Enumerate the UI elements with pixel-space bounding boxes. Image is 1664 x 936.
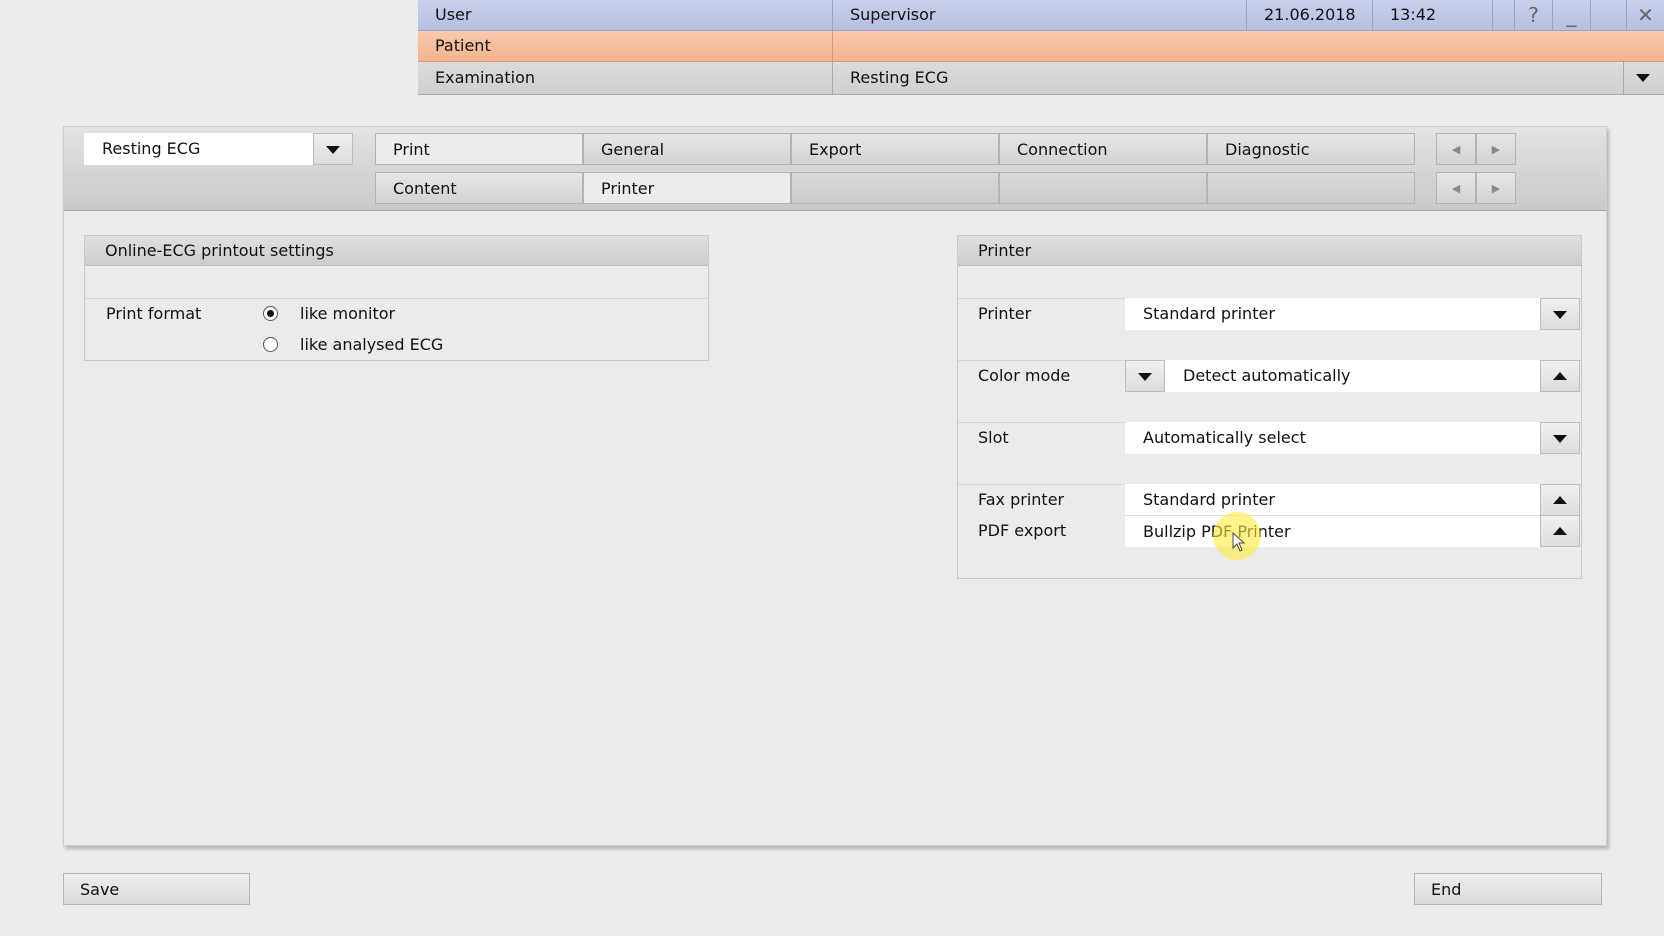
color-mode-dropup-button[interactable] bbox=[1540, 360, 1580, 392]
slot-dropdown-button[interactable] bbox=[1540, 422, 1580, 454]
minimize-icon[interactable]: _ bbox=[1552, 0, 1590, 30]
tab-export[interactable]: Export bbox=[791, 133, 999, 165]
chevron-up-icon bbox=[1553, 527, 1567, 535]
mode-select[interactable]: Resting ECG bbox=[84, 133, 314, 165]
color-mode-label: Color mode bbox=[978, 366, 1071, 385]
chevron-down-icon bbox=[1138, 373, 1152, 381]
printer-dropdown-button[interactable] bbox=[1540, 298, 1580, 330]
pdf-export-dropup-button[interactable] bbox=[1540, 515, 1580, 547]
arrow-right-icon[interactable]: ▶ bbox=[1476, 133, 1516, 165]
arrow-right-icon[interactable]: ▶ bbox=[1476, 172, 1516, 204]
date-display: 21.06.2018 bbox=[1247, 0, 1373, 30]
tab-connection[interactable]: Connection bbox=[999, 133, 1207, 165]
tab-empty bbox=[999, 172, 1207, 204]
time-display: 13:42 bbox=[1373, 0, 1493, 30]
option-like-monitor[interactable]: like monitor bbox=[300, 304, 395, 323]
tab-general[interactable]: General bbox=[583, 133, 791, 165]
arrow-left-icon[interactable]: ◀ bbox=[1436, 133, 1476, 165]
printer-group: Printer Printer Standard printer Color m… bbox=[957, 235, 1582, 579]
fax-printer-dropup-button[interactable] bbox=[1540, 484, 1580, 516]
group-title: Printer bbox=[958, 236, 1581, 266]
fax-printer-label: Fax printer bbox=[978, 490, 1065, 509]
exam-label: Examination bbox=[418, 62, 833, 94]
radio-like-analysed-ecg[interactable] bbox=[263, 337, 278, 352]
color-mode-select[interactable]: Detect automatically bbox=[1165, 360, 1543, 392]
mouse-pointer-icon bbox=[1232, 532, 1246, 552]
tab-empty bbox=[1207, 172, 1415, 204]
printer-label: Printer bbox=[978, 304, 1032, 323]
header-user-row: User Supervisor 21.06.2018 13:42 ? _ ✕ bbox=[418, 0, 1664, 31]
user-value: Supervisor bbox=[833, 0, 1247, 30]
header-patient-row: Patient bbox=[418, 31, 1664, 62]
online-ecg-printout-group: Online-ECG printout settings Print forma… bbox=[84, 235, 709, 361]
chevron-up-icon bbox=[1553, 496, 1567, 504]
color-mode-left-button[interactable] bbox=[1125, 360, 1165, 392]
slot-select[interactable]: Automatically select bbox=[1125, 422, 1543, 454]
fax-printer-select[interactable]: Standard printer bbox=[1125, 484, 1543, 516]
printer-select[interactable]: Standard printer bbox=[1125, 298, 1543, 330]
user-label: User bbox=[418, 0, 833, 30]
exam-value[interactable]: Resting ECG bbox=[833, 62, 1624, 94]
patient-value[interactable] bbox=[833, 31, 1664, 61]
tab-print[interactable]: Print bbox=[375, 133, 583, 165]
print-format-label: Print format bbox=[106, 304, 202, 323]
chevron-up-icon bbox=[1553, 372, 1567, 380]
save-button[interactable]: Save bbox=[63, 873, 250, 905]
exam-dropdown-button[interactable] bbox=[1624, 62, 1664, 94]
help-icon[interactable]: ? bbox=[1514, 0, 1552, 30]
group-title: Online-ECG printout settings bbox=[85, 236, 708, 266]
close-icon[interactable]: ✕ bbox=[1626, 0, 1664, 30]
maximize-button[interactable] bbox=[1590, 0, 1628, 30]
tab-content[interactable]: Content bbox=[375, 172, 583, 204]
pdf-export-select[interactable]: Bullzip PDF Printer bbox=[1125, 515, 1543, 547]
header-exam-row: Examination Resting ECG bbox=[418, 62, 1664, 95]
divider bbox=[85, 298, 708, 299]
arrow-left-icon[interactable]: ◀ bbox=[1436, 172, 1476, 204]
end-button[interactable]: End bbox=[1414, 873, 1602, 905]
tab-empty bbox=[791, 172, 999, 204]
chevron-down-icon bbox=[1553, 311, 1567, 319]
patient-label: Patient bbox=[418, 31, 833, 61]
chevron-down-icon bbox=[1636, 74, 1650, 82]
chevron-down-icon bbox=[1553, 435, 1567, 443]
slot-label: Slot bbox=[978, 428, 1009, 447]
radio-like-monitor[interactable] bbox=[263, 306, 278, 321]
tab-diagnostic[interactable]: Diagnostic bbox=[1207, 133, 1415, 165]
chevron-down-icon bbox=[326, 146, 340, 154]
option-like-analysed-ecg[interactable]: like analysed ECG bbox=[300, 335, 443, 354]
tab-printer[interactable]: Printer bbox=[583, 172, 791, 204]
pdf-export-label: PDF export bbox=[978, 521, 1067, 540]
mode-dropdown-button[interactable] bbox=[313, 133, 353, 165]
